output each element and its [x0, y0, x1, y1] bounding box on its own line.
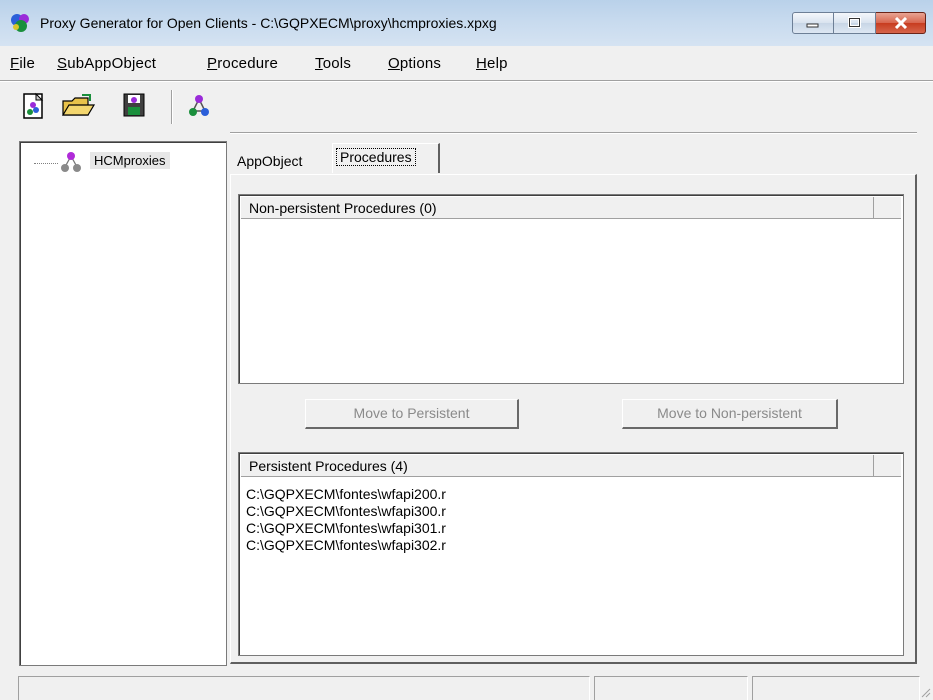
menu-help-label: elp — [487, 55, 508, 72]
menu-file-key: F — [10, 55, 20, 72]
persistent-list-header: Persistent Procedures (4) — [241, 455, 901, 477]
move-to-persistent-button[interactable]: Move to Persistent — [305, 399, 519, 429]
nonpersistent-procedures-list[interactable]: Non-persistent Procedures (0) — [238, 194, 904, 384]
open-folder-icon — [61, 94, 96, 116]
new-project-button[interactable] — [20, 91, 48, 121]
tree-node-hcmproxies[interactable]: HCMproxies — [90, 152, 170, 169]
menu-subappobject[interactable]: SubAppObject — [57, 55, 156, 72]
list-item[interactable]: C:\GQPXECM\fontes\wfapi300.r — [246, 503, 446, 519]
status-pane-3 — [752, 676, 920, 700]
menu-options-label: ptions — [399, 55, 442, 72]
persistent-procedures-list[interactable]: Persistent Procedures (4) C:\GQPXECM\fon… — [238, 452, 904, 656]
menu-file-label: ile — [19, 55, 35, 72]
nonpersistent-list-header: Non-persistent Procedures (0) — [241, 197, 901, 219]
window-title: Proxy Generator for Open Clients - C:\GQ… — [40, 15, 497, 31]
list-item[interactable]: C:\GQPXECM\fontes\wfapi200.r — [246, 486, 446, 502]
maximize-button[interactable] — [834, 12, 876, 34]
tree-connector — [34, 163, 58, 164]
status-pane-main — [18, 676, 590, 700]
menu-help-key: H — [476, 55, 488, 72]
generate-proxy-icon — [189, 95, 209, 116]
status-pane-2 — [594, 676, 748, 700]
menu-tools-label: ools — [322, 55, 352, 72]
menu-help[interactable]: Help — [476, 55, 508, 72]
appobject-icon — [61, 152, 81, 172]
appobject-tree[interactable]: HCMproxies — [19, 141, 227, 666]
menu-procedure-key: P — [207, 55, 218, 72]
nonpersistent-header-label: Non-persistent Procedures (0) — [249, 200, 437, 216]
menu-procedure[interactable]: Procedure — [207, 55, 278, 72]
status-bar — [0, 672, 933, 700]
menu-options-key: O — [388, 55, 400, 72]
menu-subappobject-label: ubAppObject — [67, 55, 157, 72]
close-icon — [894, 17, 907, 29]
list-item[interactable]: C:\GQPXECM\fontes\wfapi301.r — [246, 520, 446, 536]
move-to-nonpersistent-button[interactable]: Move to Non-persistent — [622, 399, 838, 429]
column-divider[interactable] — [873, 197, 874, 218]
toolbar-separator — [230, 132, 917, 134]
close-button[interactable] — [876, 12, 926, 34]
maximize-icon — [847, 17, 861, 28]
menu-procedure-label: rocedure — [217, 55, 279, 72]
resize-grip-icon[interactable] — [919, 686, 931, 698]
save-button[interactable] — [120, 91, 148, 121]
tab-procedures[interactable]: Procedures — [332, 143, 440, 173]
app-window: Proxy Generator for Open Clients - C:\GQ… — [0, 0, 933, 700]
new-project-icon — [23, 92, 44, 119]
menu-separator — [0, 80, 933, 82]
menu-tools-key: T — [315, 55, 323, 72]
app-logo-icon — [11, 14, 29, 32]
open-button[interactable] — [60, 91, 98, 121]
tab-appobject[interactable]: AppObject — [237, 153, 302, 169]
minimize-button[interactable] — [792, 12, 834, 34]
persistent-header-label: Persistent Procedures (4) — [249, 458, 408, 474]
menu-bar: File SubAppObject Procedure Tools Option… — [0, 51, 933, 77]
title-bar[interactable]: Proxy Generator for Open Clients - C:\GQ… — [0, 0, 933, 46]
save-disk-icon — [123, 93, 145, 117]
column-divider[interactable] — [873, 455, 874, 476]
tab-procedures-label: Procedures — [336, 148, 416, 166]
list-item[interactable]: C:\GQPXECM\fontes\wfapi302.r — [246, 537, 446, 553]
minimize-icon — [806, 23, 819, 28]
generate-button[interactable] — [185, 91, 213, 121]
menu-subappobject-key: S — [57, 55, 68, 72]
toolbar-divider — [171, 90, 173, 124]
menu-file[interactable]: File — [10, 55, 35, 72]
menu-options[interactable]: Options — [388, 55, 441, 72]
menu-tools[interactable]: Tools — [315, 55, 351, 72]
